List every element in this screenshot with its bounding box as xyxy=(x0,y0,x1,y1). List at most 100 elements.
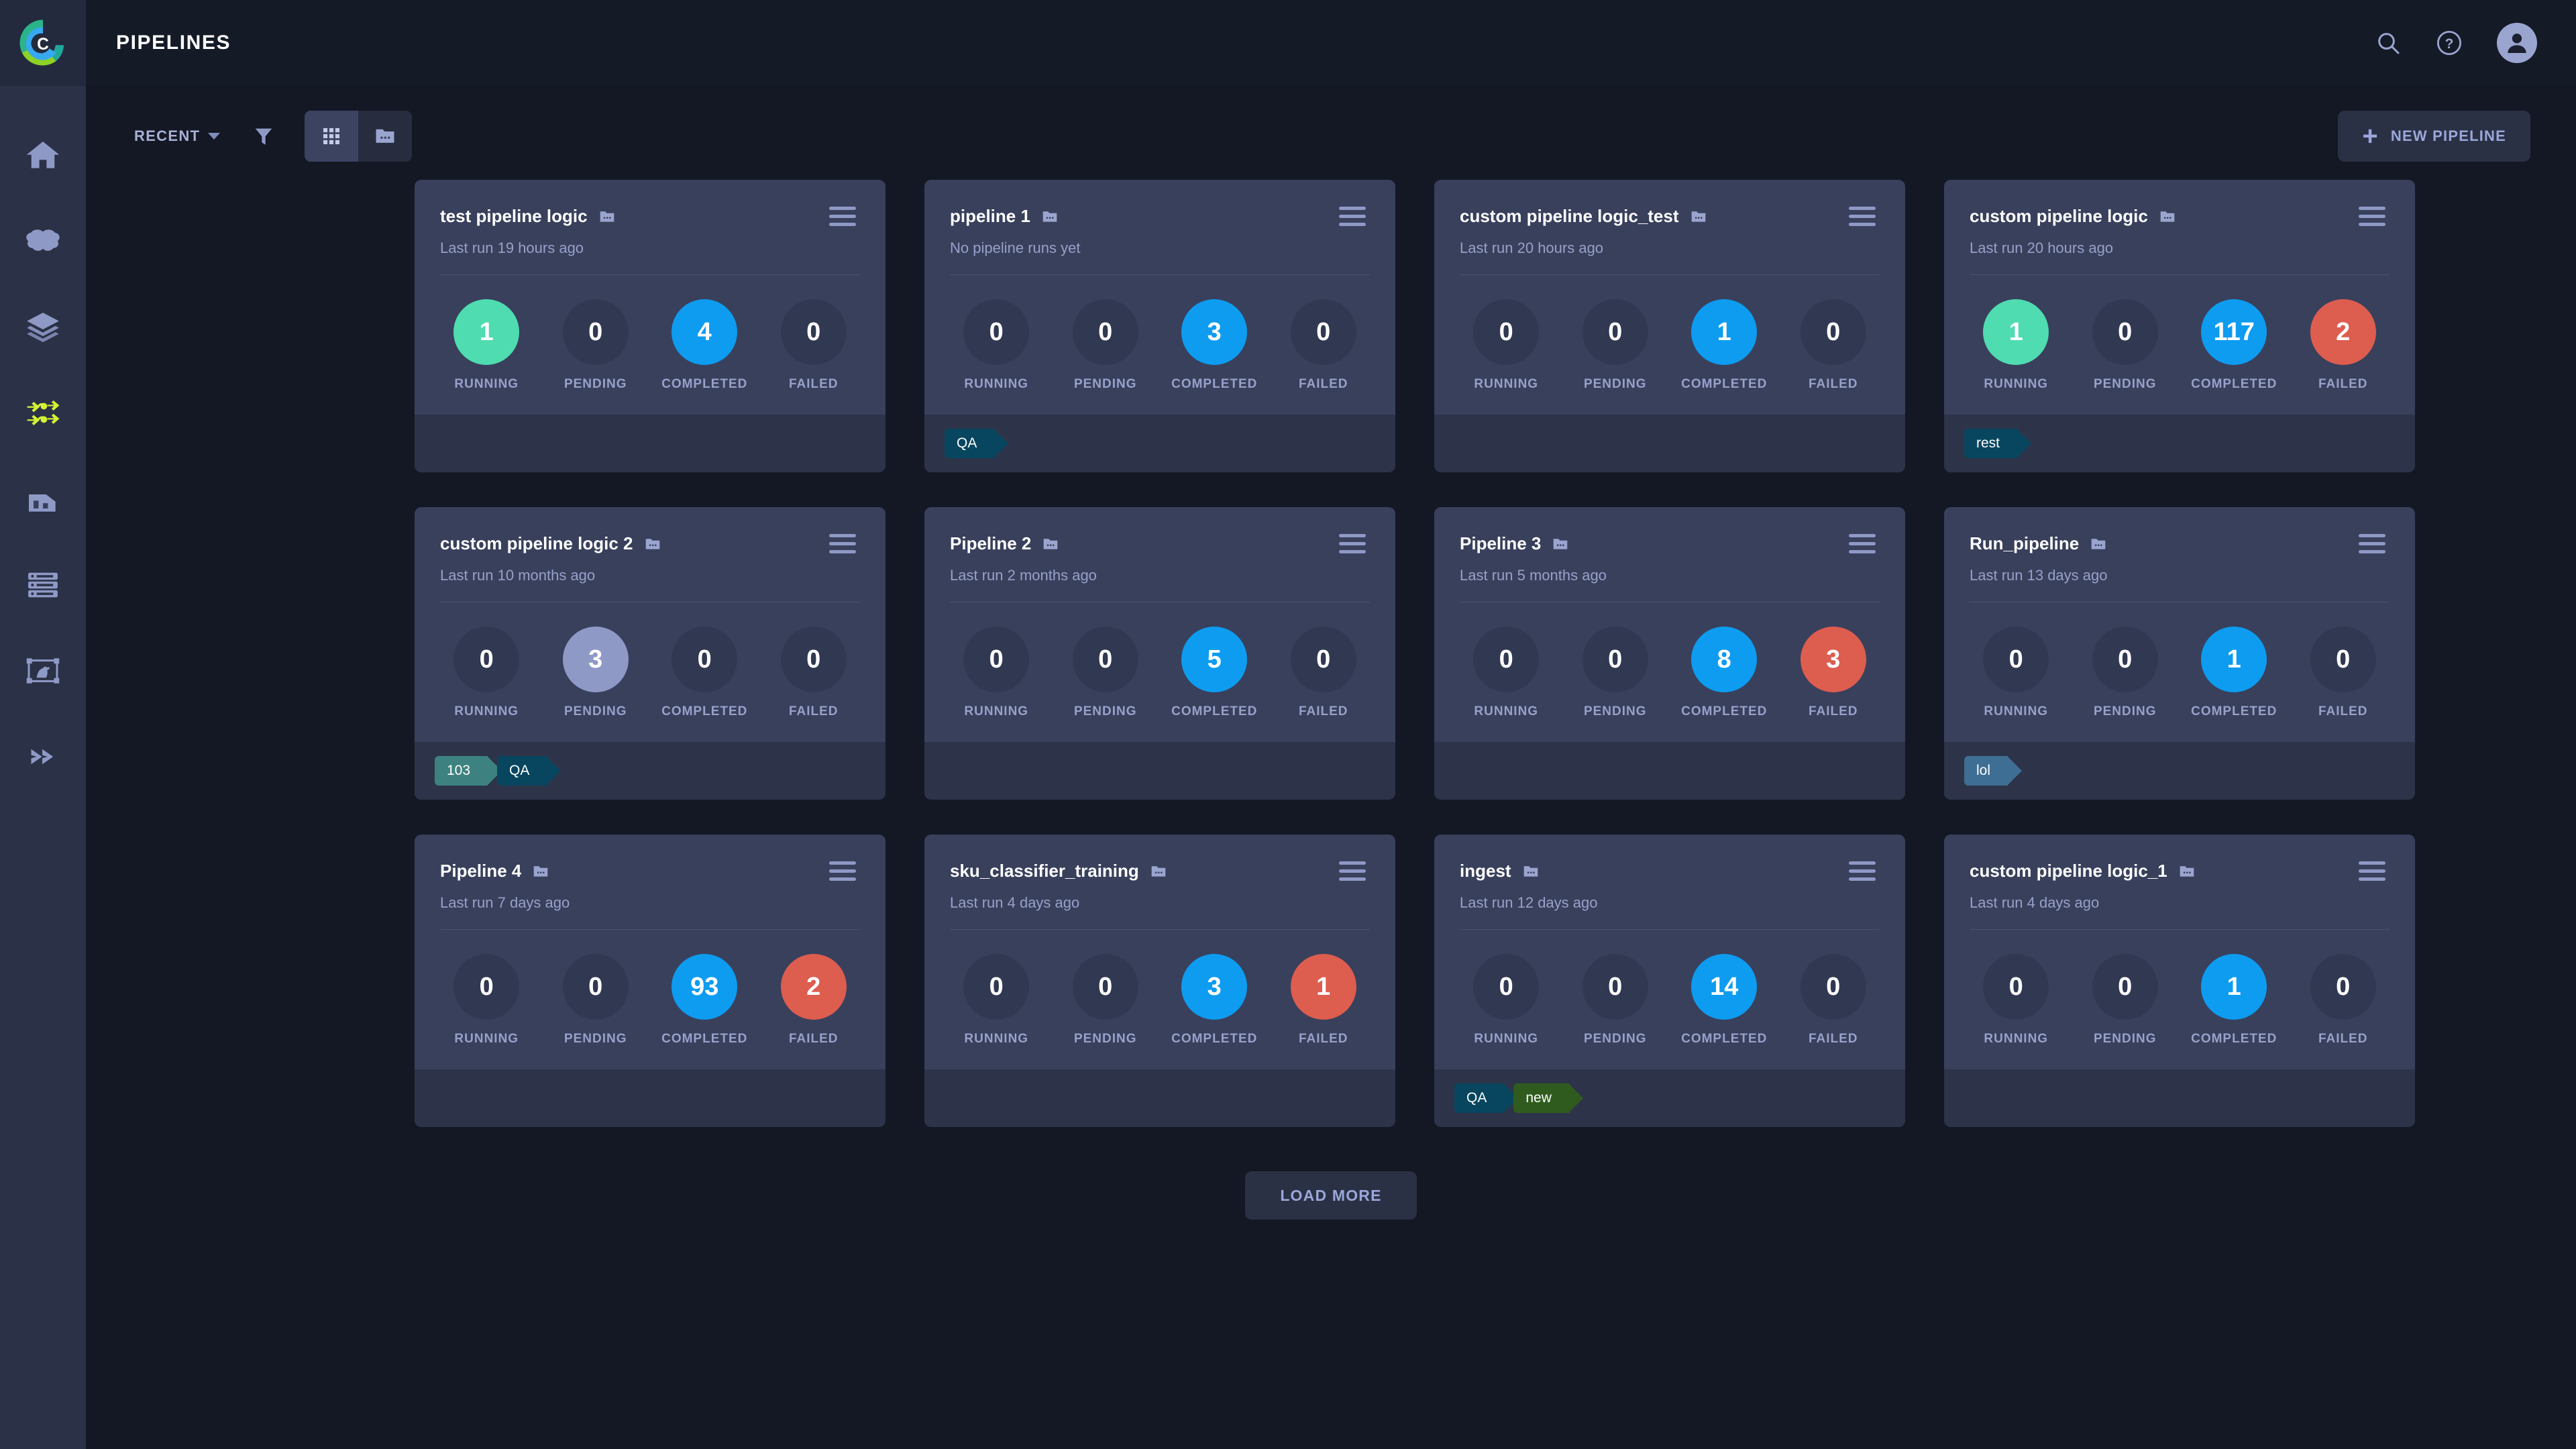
avatar[interactable] xyxy=(2497,23,2537,63)
sidebar-item-annotations[interactable] xyxy=(0,628,86,714)
card-menu-button[interactable] xyxy=(1845,530,1880,557)
card-stats: 0 RUNNING 0 PENDING 8 COMPLETED 3 FAILED xyxy=(1434,602,1905,719)
stat-completed: 1 COMPLETED xyxy=(1670,299,1778,392)
stat-completed: 93 COMPLETED xyxy=(651,954,758,1046)
stat-running: 0 RUNNING xyxy=(943,299,1050,392)
stat-failed: 0 FAILED xyxy=(1780,299,1887,392)
card-title-row: Pipeline 2 xyxy=(950,530,1370,557)
stat-pending: 3 PENDING xyxy=(542,627,649,719)
card-subtitle: Last run 2 months ago xyxy=(950,567,1097,584)
stat-pending-value: 0 xyxy=(1072,299,1138,365)
pipeline-card[interactable]: custom pipeline logic_1 Last run 4 days a… xyxy=(1944,835,2415,1127)
pipeline-tag[interactable]: new xyxy=(1513,1083,1583,1113)
pipeline-card[interactable]: custom pipeline logic_test Last run 20 ho… xyxy=(1434,180,1905,472)
card-subtitle: Last run 4 days ago xyxy=(950,894,1080,911)
card-stats: 0 RUNNING 0 PENDING 1 COMPLETED 0 FAILED xyxy=(1434,275,1905,392)
pipeline-card[interactable]: Pipeline 2 Last run 2 months ago 0 RUNNING 0… xyxy=(924,507,1395,800)
card-title-row: test pipeline logic xyxy=(440,203,860,230)
stat-pending-label: PENDING xyxy=(1583,1032,1647,1046)
stat-running-value: 1 xyxy=(453,299,520,365)
stat-failed: 0 FAILED xyxy=(1270,299,1377,392)
card-stats: 0 RUNNING 0 PENDING 14 COMPLETED 0 FAILED xyxy=(1434,930,1905,1046)
pipeline-card[interactable]: pipeline 1 No pipeline runs yet 0 RUNNING 0 P… xyxy=(924,180,1395,472)
pipeline-card[interactable]: test pipeline logic Last run 19 hours ago… xyxy=(415,180,885,472)
card-menu-button[interactable] xyxy=(2355,530,2390,557)
pipeline-tag[interactable]: QA xyxy=(497,756,561,786)
stat-failed-label: FAILED xyxy=(1808,1032,1858,1046)
pipeline-card[interactable]: custom pipeline logic Last run 20 hours a… xyxy=(1944,180,2415,472)
card-menu-button[interactable] xyxy=(825,857,860,885)
card-menu-button[interactable] xyxy=(2355,203,2390,230)
card-header: custom pipeline logic_test Last run 20 ho… xyxy=(1434,180,1905,275)
card-title-row: sku_classifier_training xyxy=(950,857,1370,885)
sidebar-item-deploy[interactable] xyxy=(0,714,86,800)
card-footer: rest xyxy=(1944,415,2415,472)
sidebar-item-models[interactable] xyxy=(0,199,86,284)
sidebar-item-pipelines[interactable] xyxy=(0,370,86,456)
pipeline-card[interactable]: sku_classifier_training Last run 4 days a… xyxy=(924,835,1395,1127)
card-menu-button[interactable] xyxy=(825,530,860,557)
card-title: Pipeline 2 xyxy=(950,533,1032,553)
hamburger-menu-icon xyxy=(1849,215,1876,218)
card-subtitle: Last run 13 days ago xyxy=(1970,567,2108,584)
stat-failed-label: FAILED xyxy=(2318,704,2368,718)
card-menu-button[interactable] xyxy=(1335,857,1370,885)
sort-dropdown[interactable]: RECENT xyxy=(134,127,221,145)
folder-dots-icon xyxy=(645,538,659,549)
sidebar-item-datasets[interactable] xyxy=(0,542,86,628)
pipeline-card[interactable]: custom pipeline logic 2 Last run 10 month… xyxy=(415,507,885,800)
stat-pending-label: PENDING xyxy=(1583,377,1647,391)
hamburger-menu-icon xyxy=(1339,861,1366,865)
search-button[interactable] xyxy=(2375,30,2402,56)
pipeline-tag[interactable]: QA xyxy=(945,429,1009,458)
hamburger-menu-icon xyxy=(1849,542,1876,545)
new-pipeline-button[interactable]: + NEW PIPELINE xyxy=(2338,111,2530,162)
pipeline-card[interactable]: ingest Last run 12 days ago 0 RUNNING 0 PENDI… xyxy=(1434,835,1905,1127)
pipeline-card[interactable]: Pipeline 3 Last run 5 months ago 0 RUNNING 0… xyxy=(1434,507,1905,800)
hamburger-menu-icon xyxy=(2359,550,2385,553)
search-icon xyxy=(2378,33,2400,54)
pipeline-tag[interactable]: QA xyxy=(1454,1083,1519,1113)
pipeline-tag[interactable]: 103 xyxy=(435,756,502,786)
stat-pending-value: 0 xyxy=(2092,299,2158,365)
stat-completed: 4 COMPLETED xyxy=(651,299,758,392)
card-subtitle: Last run 19 hours ago xyxy=(440,239,584,256)
folder-view-button[interactable] xyxy=(358,111,412,162)
card-header: ingest Last run 12 days ago xyxy=(1434,835,1905,930)
stat-completed-value: 3 xyxy=(1181,954,1248,1020)
stat-pending-value: 0 xyxy=(562,954,629,1020)
sidebar-item-layers[interactable] xyxy=(0,284,86,370)
pipeline-tag[interactable]: lol xyxy=(1964,756,2023,786)
app-logo[interactable]: C xyxy=(0,0,86,86)
card-title-row: custom pipeline logic_1 xyxy=(1970,857,2390,885)
card-footer: 103 QA xyxy=(415,742,885,800)
page-title: PIPELINES xyxy=(116,32,231,54)
pipeline-card[interactable]: Pipeline 4 Last run 7 days ago 0 RUNNING 0 PE… xyxy=(415,835,885,1127)
stat-completed-label: COMPLETED xyxy=(1171,1032,1258,1046)
filter-button[interactable] xyxy=(252,125,275,148)
card-stats: 0 RUNNING 0 PENDING 93 COMPLETED 2 FAILED xyxy=(415,930,885,1046)
card-menu-button[interactable] xyxy=(1335,203,1370,230)
funnel-filter-icon xyxy=(256,128,272,145)
card-menu-button[interactable] xyxy=(1845,857,1880,885)
stat-completed: 3 COMPLETED xyxy=(1161,954,1268,1046)
sidebar-item-reports[interactable] xyxy=(0,456,86,542)
pipeline-tag[interactable]: rest xyxy=(1964,429,2032,458)
stat-completed-label: COMPLETED xyxy=(661,377,748,391)
pipeline-card[interactable]: Run_pipeline Last run 13 days ago 0 RUNNING… xyxy=(1944,507,2415,800)
card-menu-button[interactable] xyxy=(1335,530,1370,557)
card-menu-button[interactable] xyxy=(2355,857,2390,885)
card-menu-button[interactable] xyxy=(825,203,860,230)
svg-text:?: ? xyxy=(2445,36,2454,52)
load-more-button[interactable]: LOAD MORE xyxy=(1245,1171,1417,1220)
stat-running-label: RUNNING xyxy=(454,377,519,391)
stat-failed: 2 FAILED xyxy=(760,954,867,1046)
sidebar-item-home[interactable] xyxy=(0,113,86,199)
help-button[interactable]: ? xyxy=(2435,29,2463,57)
card-menu-button[interactable] xyxy=(1845,203,1880,230)
grid-view-button[interactable] xyxy=(305,111,359,162)
card-title-left: custom pipeline logic_1 xyxy=(1970,861,2196,881)
stat-pending-value: 0 xyxy=(1582,954,1648,1020)
stat-failed: 0 FAILED xyxy=(1780,954,1887,1046)
card-subtitle: Last run 7 days ago xyxy=(440,894,570,911)
